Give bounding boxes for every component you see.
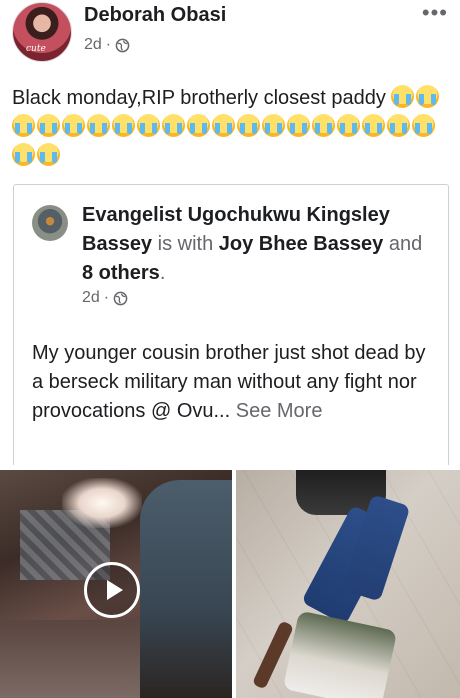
is-with-text: is with [157,233,214,255]
globe-icon [113,291,128,305]
crying-face-emoji-icon [137,114,160,137]
crying-face-emoji-icon [387,114,410,137]
crying-face-emoji-icon [37,143,60,166]
crying-face-emoji-icon [12,114,35,137]
photo-grid [0,470,460,698]
post-message: Black monday,RIP brotherly closest paddy [12,87,386,109]
crying-face-emoji-icon [391,85,415,108]
post-time[interactable]: 2d [84,36,102,54]
crying-face-emoji-icon [162,114,185,137]
meta-separator: · [103,289,110,306]
period: . [159,262,166,284]
shared-message: My younger cousin brother just shot dead… [32,342,426,422]
crying-face-emoji-icon [62,114,85,137]
crying-face-emoji-icon [112,114,135,137]
shared-author-avatar[interactable] [32,205,68,241]
avatar-tag: cute [26,44,46,54]
shared-meta: 2d · [82,289,128,307]
crying-face-emoji-icon [362,114,385,137]
video-thumbnail[interactable] [0,470,232,698]
author-avatar[interactable]: cute [12,2,72,62]
photo-thumbnail[interactable] [236,470,460,698]
crying-face-emoji-icon [287,114,310,137]
shared-text: My younger cousin brother just shot dead… [32,339,432,426]
see-more-link[interactable]: See More [236,400,323,422]
shared-header: Evangelist Ugochukwu Kingsley Bassey is … [82,201,434,288]
author-name[interactable]: Deborah Obasi [84,4,226,27]
post-header: cute Deborah Obasi 2d · ••• [12,0,452,62]
crying-face-emoji-icon [12,143,35,166]
shared-post[interactable]: Evangelist Ugochukwu Kingsley Bassey is … [13,184,449,465]
shared-time[interactable]: 2d [82,289,100,307]
crying-face-emoji-icon [237,114,260,137]
crying-face-emoji-icon [262,114,285,137]
tagged-person[interactable]: Joy Bhee Bassey [219,233,384,255]
play-icon[interactable] [84,562,140,618]
crying-face-emoji-icon [187,114,210,137]
others-link[interactable]: 8 others [82,262,160,284]
and-text: and [388,233,423,255]
meta-separator: · [105,36,112,53]
crying-face-emoji-icon [337,114,360,137]
crying-face-emoji-icon [37,114,60,137]
crying-face-emoji-icon [416,85,440,108]
post-text: Black monday,RIP brotherly closest paddy [12,84,448,171]
post-meta: 2d · [84,36,130,54]
crying-face-emoji-icon [312,114,335,137]
crying-face-emoji-icon [412,114,435,137]
crying-face-emoji-icon [87,114,110,137]
more-options-icon[interactable]: ••• [422,0,448,26]
crying-face-emoji-icon [212,114,235,137]
globe-icon [115,38,130,52]
